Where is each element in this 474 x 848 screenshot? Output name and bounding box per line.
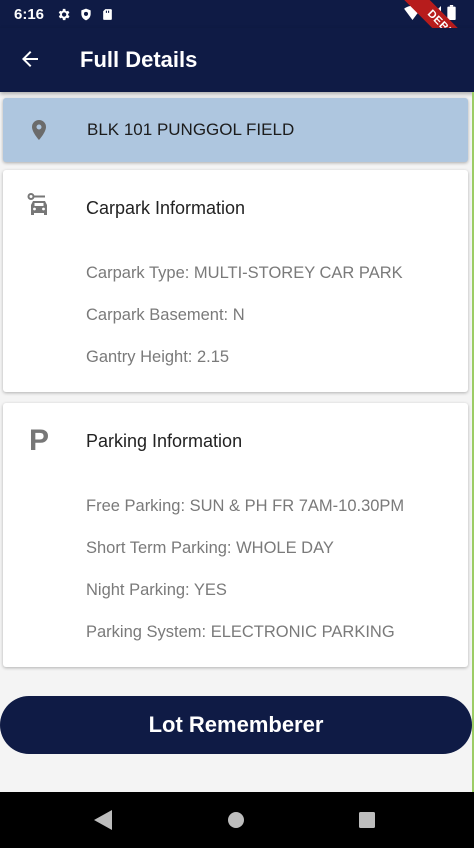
app-bar: Full Details [0, 28, 474, 92]
back-arrow-icon[interactable] [18, 47, 44, 73]
parking-system: Parking System: ELECTRONIC PARKING [86, 623, 395, 641]
gantry-height: Gantry Height: 2.15 [86, 348, 230, 366]
night-parking: Night Parking: YES [86, 581, 227, 599]
gear-icon [56, 7, 71, 22]
sd-card-icon [101, 7, 114, 22]
carpark-heading: Carpark Information [86, 197, 246, 218]
nav-home-icon[interactable] [227, 810, 245, 835]
status-time: 6:16 [14, 5, 45, 23]
nav-recents-icon[interactable] [358, 810, 376, 835]
shield-icon [79, 7, 93, 22]
location-pin-icon [27, 116, 51, 144]
location-name: BLK 101 PUNGGOL FIELD [87, 120, 295, 139]
status-bar: 6:16 DEBUG [0, 0, 474, 76]
free-parking: Free Parking: SUN & PH FR 7AM-10.30PM [86, 497, 405, 515]
short-term-parking: Short Term Parking: WHOLE DAY [86, 539, 334, 557]
parking-info-card: P Parking Information Free Parking: SUN … [3, 403, 468, 667]
carpark-basement: Carpark Basement: N [86, 306, 245, 324]
page-title: Full Details [80, 47, 198, 72]
parking-heading: Parking Information [86, 430, 243, 451]
carpark-type: Carpark Type: MULTI-STOREY CAR PARK [86, 264, 403, 282]
car-icon [25, 193, 53, 223]
system-nav-bar [0, 792, 474, 848]
location-card: BLK 101 PUNGGOL FIELD [3, 98, 468, 162]
parking-icon: P [28, 424, 49, 457]
nav-back-icon[interactable] [94, 810, 112, 835]
lot-rememberer-button[interactable]: Lot Rememberer [0, 696, 472, 754]
carpark-info-card: Carpark Information Carpark Type: MULTI-… [3, 170, 468, 392]
